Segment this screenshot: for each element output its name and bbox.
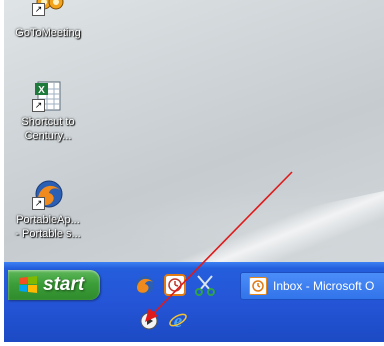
desktop-icon-label: PortableAp... - Portable s...: [15, 214, 81, 240]
media-player-icon[interactable]: [140, 312, 158, 330]
internet-explorer-icon[interactable]: e: [168, 310, 188, 332]
start-label: start: [43, 274, 85, 295]
desktop-icon-century-shortcut[interactable]: X ↗ Shortcut to Century...: [8, 80, 88, 143]
start-button[interactable]: start: [8, 270, 100, 300]
scissors-icon[interactable]: [194, 274, 216, 296]
excel-spreadsheet-icon: X ↗: [32, 80, 64, 112]
windows-flag-icon: [18, 275, 38, 295]
desktop-icon-label: Shortcut to Century...: [21, 116, 75, 142]
taskbar-button-label: Inbox - Microsoft O: [273, 279, 375, 293]
clock-icon[interactable]: [164, 274, 186, 296]
svg-text:X: X: [38, 85, 45, 96]
desktop-icon-gotomeeting[interactable]: ↗ GoToMeeting: [8, 0, 88, 40]
desktop-icon-portableapps[interactable]: ↗ PortableAp... - Portable s...: [8, 178, 88, 241]
firefox-icon[interactable]: [134, 274, 156, 296]
shortcut-arrow-icon: ↗: [32, 197, 45, 210]
taskbar-button-inbox[interactable]: Inbox - Microsoft O: [240, 272, 384, 300]
shortcut-arrow-icon: ↗: [32, 3, 45, 16]
shortcut-arrow-icon: ↗: [32, 99, 45, 112]
gotomeeting-icon: ↗: [32, 0, 64, 32]
firefox-portable-icon: ↗: [32, 178, 64, 210]
taskbar: start Inbox - Microsoft O e: [4, 262, 384, 342]
desktop: ↗ GoToMeeting X ↗ Shortcut to Century...: [4, 0, 384, 262]
outlook-clock-icon: [249, 277, 267, 295]
